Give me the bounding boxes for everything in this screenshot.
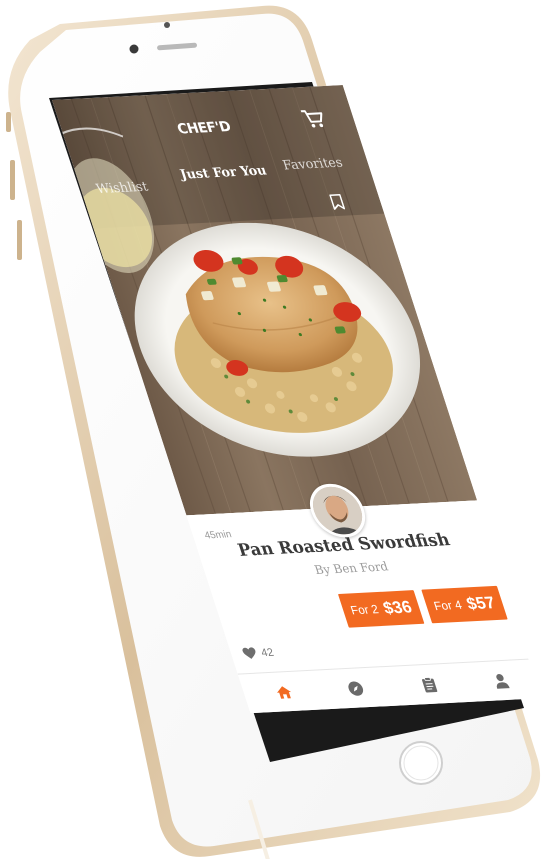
cart-icon[interactable] <box>299 108 327 129</box>
volume-up-button <box>10 160 15 200</box>
proximity-sensor <box>164 22 170 28</box>
like-count: 42 <box>259 646 276 659</box>
like-counter[interactable]: 42 <box>241 646 275 660</box>
cook-duration: 45min <box>203 529 234 542</box>
home-button[interactable] <box>399 741 443 785</box>
price-label: $36 <box>380 597 415 618</box>
heart-icon <box>242 647 256 659</box>
clipboard-icon <box>421 677 438 693</box>
serving-size-label: For 2 <box>348 602 381 618</box>
tab-wishlist[interactable]: Wishlist <box>94 180 150 197</box>
front-camera <box>129 44 139 54</box>
nav-profile[interactable] <box>487 671 515 692</box>
mute-switch <box>6 112 11 132</box>
tab-favorites[interactable]: Favorites <box>281 156 345 174</box>
serving-size-label: For 4 <box>432 597 464 614</box>
nav-orders[interactable] <box>416 674 444 695</box>
volume-down-button <box>17 220 22 260</box>
order-for-4-button[interactable]: For 4 $57 <box>421 585 508 624</box>
tab-just-for-you[interactable]: Just For You <box>178 163 268 182</box>
nav-home[interactable] <box>270 682 298 703</box>
user-icon <box>496 674 510 689</box>
compass-icon <box>348 681 364 696</box>
product-mockup: CHEF'D Wishlist Just For You Favorites 4… <box>0 0 550 859</box>
chefd-logo: CHEF'D <box>175 119 233 138</box>
nav-explore[interactable] <box>342 678 370 699</box>
price-label: $57 <box>464 593 498 614</box>
home-icon <box>277 686 292 699</box>
order-for-2-button[interactable]: For 2 $36 <box>337 590 425 628</box>
